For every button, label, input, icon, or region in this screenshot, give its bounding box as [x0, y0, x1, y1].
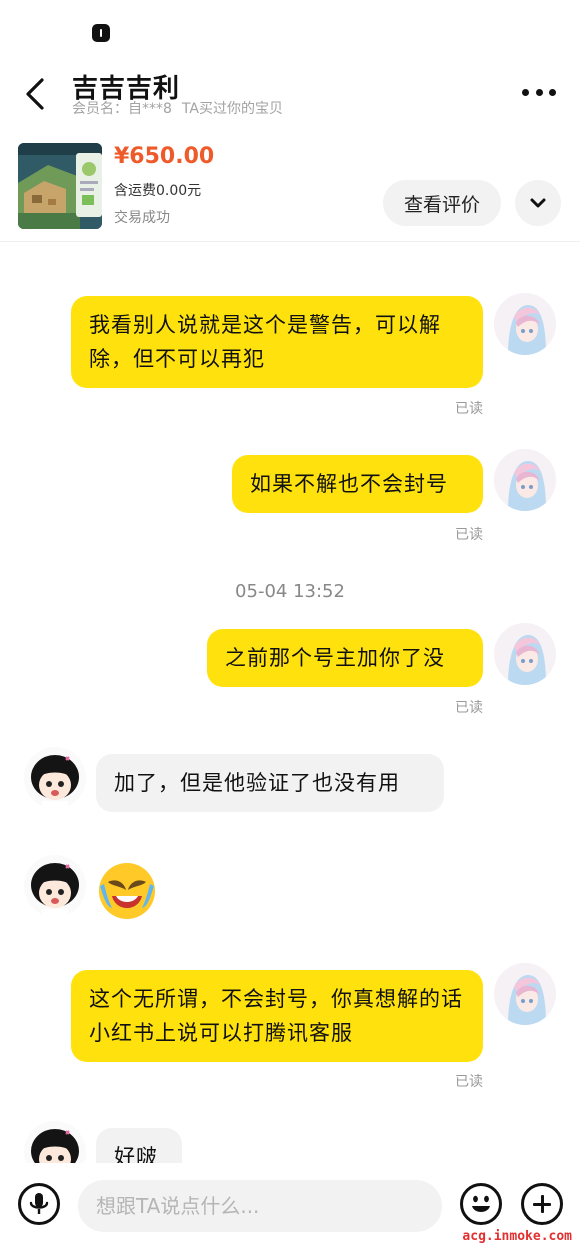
microphone-icon	[29, 1193, 49, 1214]
contact-avatar[interactable]	[24, 855, 86, 917]
smiley-icon	[472, 1195, 490, 1212]
anime-avatar-image	[494, 449, 556, 511]
more-dot	[535, 88, 543, 96]
contact-avatar[interactable]	[24, 747, 86, 809]
product-thumbnail[interactable]	[18, 143, 102, 229]
cartoon-girl-avatar-image	[24, 747, 86, 809]
anime-avatar-image	[494, 293, 556, 355]
contact-message-bubble[interactable]: 加了，但是他验证了也没有用	[96, 754, 444, 812]
watermark-text: acg.inmoke.com	[462, 1229, 572, 1244]
chat-header: 吉吉吉利 会员名：自***8 TA买过你的宝贝	[0, 60, 580, 130]
back-button[interactable]	[22, 76, 54, 112]
my-message-bubble[interactable]: 之前那个号主加你了没	[207, 629, 483, 687]
crying-laughing-emoji[interactable]	[96, 860, 158, 922]
emoji-button[interactable]	[460, 1183, 502, 1225]
status-bar-indicator	[92, 24, 110, 42]
trade-status: 交易成功	[114, 210, 170, 226]
member-name: 会员名：自***8	[72, 101, 172, 117]
contact-avatar[interactable]	[24, 1121, 86, 1163]
my-message-bubble[interactable]: 这个无所谓，不会封号，你真想解的话小红书上说可以打腾讯客服	[71, 970, 483, 1062]
back-arrow-icon	[26, 78, 44, 110]
anime-avatar-image	[494, 623, 556, 685]
product-card[interactable]: ¥650.00 含运费0.00元 交易成功 查看评价	[0, 138, 580, 242]
cartoon-girl-avatar-image	[24, 855, 86, 917]
more-options-button[interactable]	[522, 84, 556, 100]
shipping-fee: 含运费0.00元	[114, 183, 202, 199]
my-avatar[interactable]	[494, 293, 556, 355]
read-status: 已读	[455, 401, 483, 417]
more-dot	[549, 88, 556, 96]
message-list[interactable]: 我看别人说就是这个是警告，可以解除，但不可以再犯 已读 如果不解也不会封号 已读…	[0, 243, 580, 1163]
my-avatar[interactable]	[494, 449, 556, 511]
plus-icon[interactable]	[521, 1183, 563, 1225]
cartoon-girl-avatar-image	[24, 1121, 86, 1163]
message-input[interactable]	[78, 1180, 442, 1232]
expand-button[interactable]	[515, 180, 561, 226]
purchase-relation: TA买过你的宝贝	[181, 101, 283, 117]
chat-subtitle: 会员名：自***8 TA买过你的宝贝	[72, 98, 283, 118]
more-dots-icon	[522, 88, 529, 96]
my-avatar[interactable]	[494, 963, 556, 1025]
voice-button[interactable]	[18, 1183, 60, 1225]
read-status: 已读	[455, 527, 483, 543]
anime-avatar-image	[494, 963, 556, 1025]
read-status: 已读	[455, 700, 483, 716]
my-message-bubble[interactable]: 我看别人说就是这个是警告，可以解除，但不可以再犯	[71, 296, 483, 388]
product-price: ¥650.00	[114, 144, 215, 169]
my-avatar[interactable]	[494, 623, 556, 685]
message-timestamp: 05-04 13:52	[235, 581, 345, 602]
contact-message-bubble[interactable]: 好啵	[96, 1128, 182, 1163]
crying-laughing-face-icon	[99, 863, 155, 919]
read-status: 已读	[455, 1074, 483, 1090]
product-image	[18, 143, 102, 229]
my-message-bubble[interactable]: 如果不解也不会封号	[232, 455, 483, 513]
view-review-button[interactable]: 查看评价	[383, 180, 501, 226]
chevron-down-icon	[530, 198, 546, 208]
message-input-bar: acg.inmoke.com	[0, 1163, 580, 1252]
